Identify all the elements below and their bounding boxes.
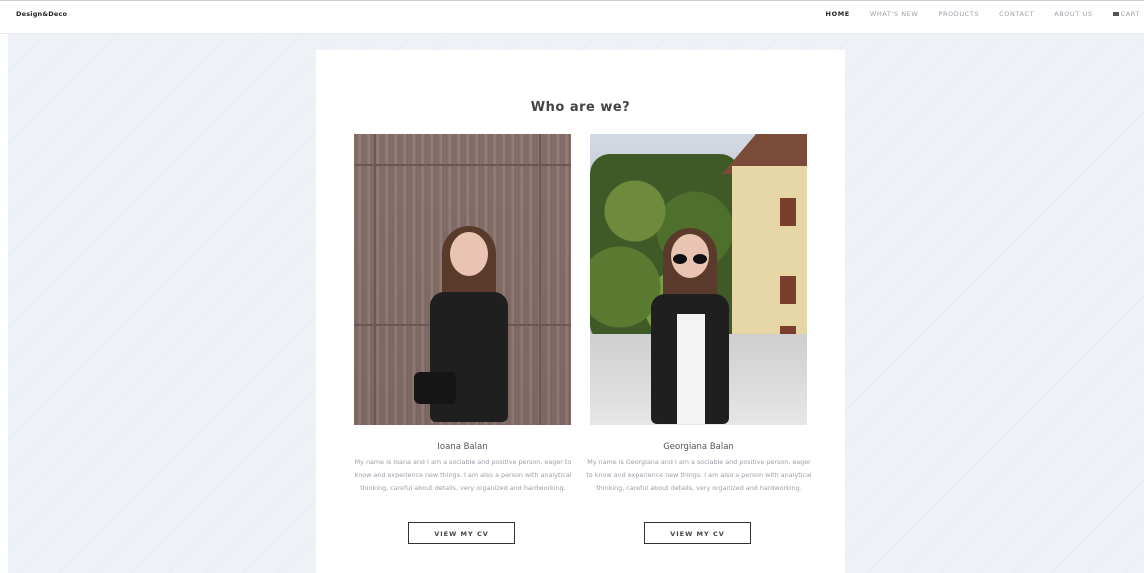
person-figure <box>414 226 514 422</box>
window <box>780 198 796 226</box>
face <box>450 232 488 276</box>
person-bio: My name is Ioana and I am a sociable and… <box>354 458 572 492</box>
cart-label: CART <box>1120 10 1140 18</box>
sunglasses <box>673 254 707 264</box>
nav-cart[interactable]: CART <box>1112 10 1140 18</box>
nav-whats-new[interactable]: WHAT'S NEW <box>870 10 919 18</box>
left-edge-strip <box>0 34 8 573</box>
about-us-card: Who are we? Ioana Balan My name is Ioana… <box>316 50 845 573</box>
brand-logo[interactable]: Design&Deco <box>16 10 67 18</box>
photo-georgiana-balan <box>590 134 807 425</box>
person-figure <box>645 228 735 424</box>
window <box>780 276 796 304</box>
white-dress <box>677 314 705 424</box>
view-cv-button[interactable]: VIEW MY CV <box>408 522 515 544</box>
nav-contact[interactable]: CONTACT <box>999 10 1034 18</box>
nav-home[interactable]: HOME <box>826 10 850 18</box>
top-navigation-bar: Design&Deco HOME WHAT'S NEW PRODUCTS CON… <box>0 0 1144 34</box>
photo-ioana-balan <box>354 134 571 425</box>
view-cv-button[interactable]: VIEW MY CV <box>644 522 751 544</box>
handbag <box>414 372 456 404</box>
cart-icon <box>1112 12 1119 16</box>
nav-about-us[interactable]: ABOUT US <box>1054 10 1092 18</box>
nav-products[interactable]: PRODUCTS <box>938 10 979 18</box>
person-bio: My name is Georgiana and I am a sociable… <box>586 458 812 492</box>
main-nav: HOME WHAT'S NEW PRODUCTS CONTACT ABOUT U… <box>806 10 1140 18</box>
tile-seam <box>539 134 541 425</box>
tile-seam <box>374 134 376 425</box>
person-name: Ioana Balan <box>437 442 488 452</box>
person-name: Georgiana Balan <box>663 442 734 452</box>
section-title: Who are we? <box>530 99 631 115</box>
